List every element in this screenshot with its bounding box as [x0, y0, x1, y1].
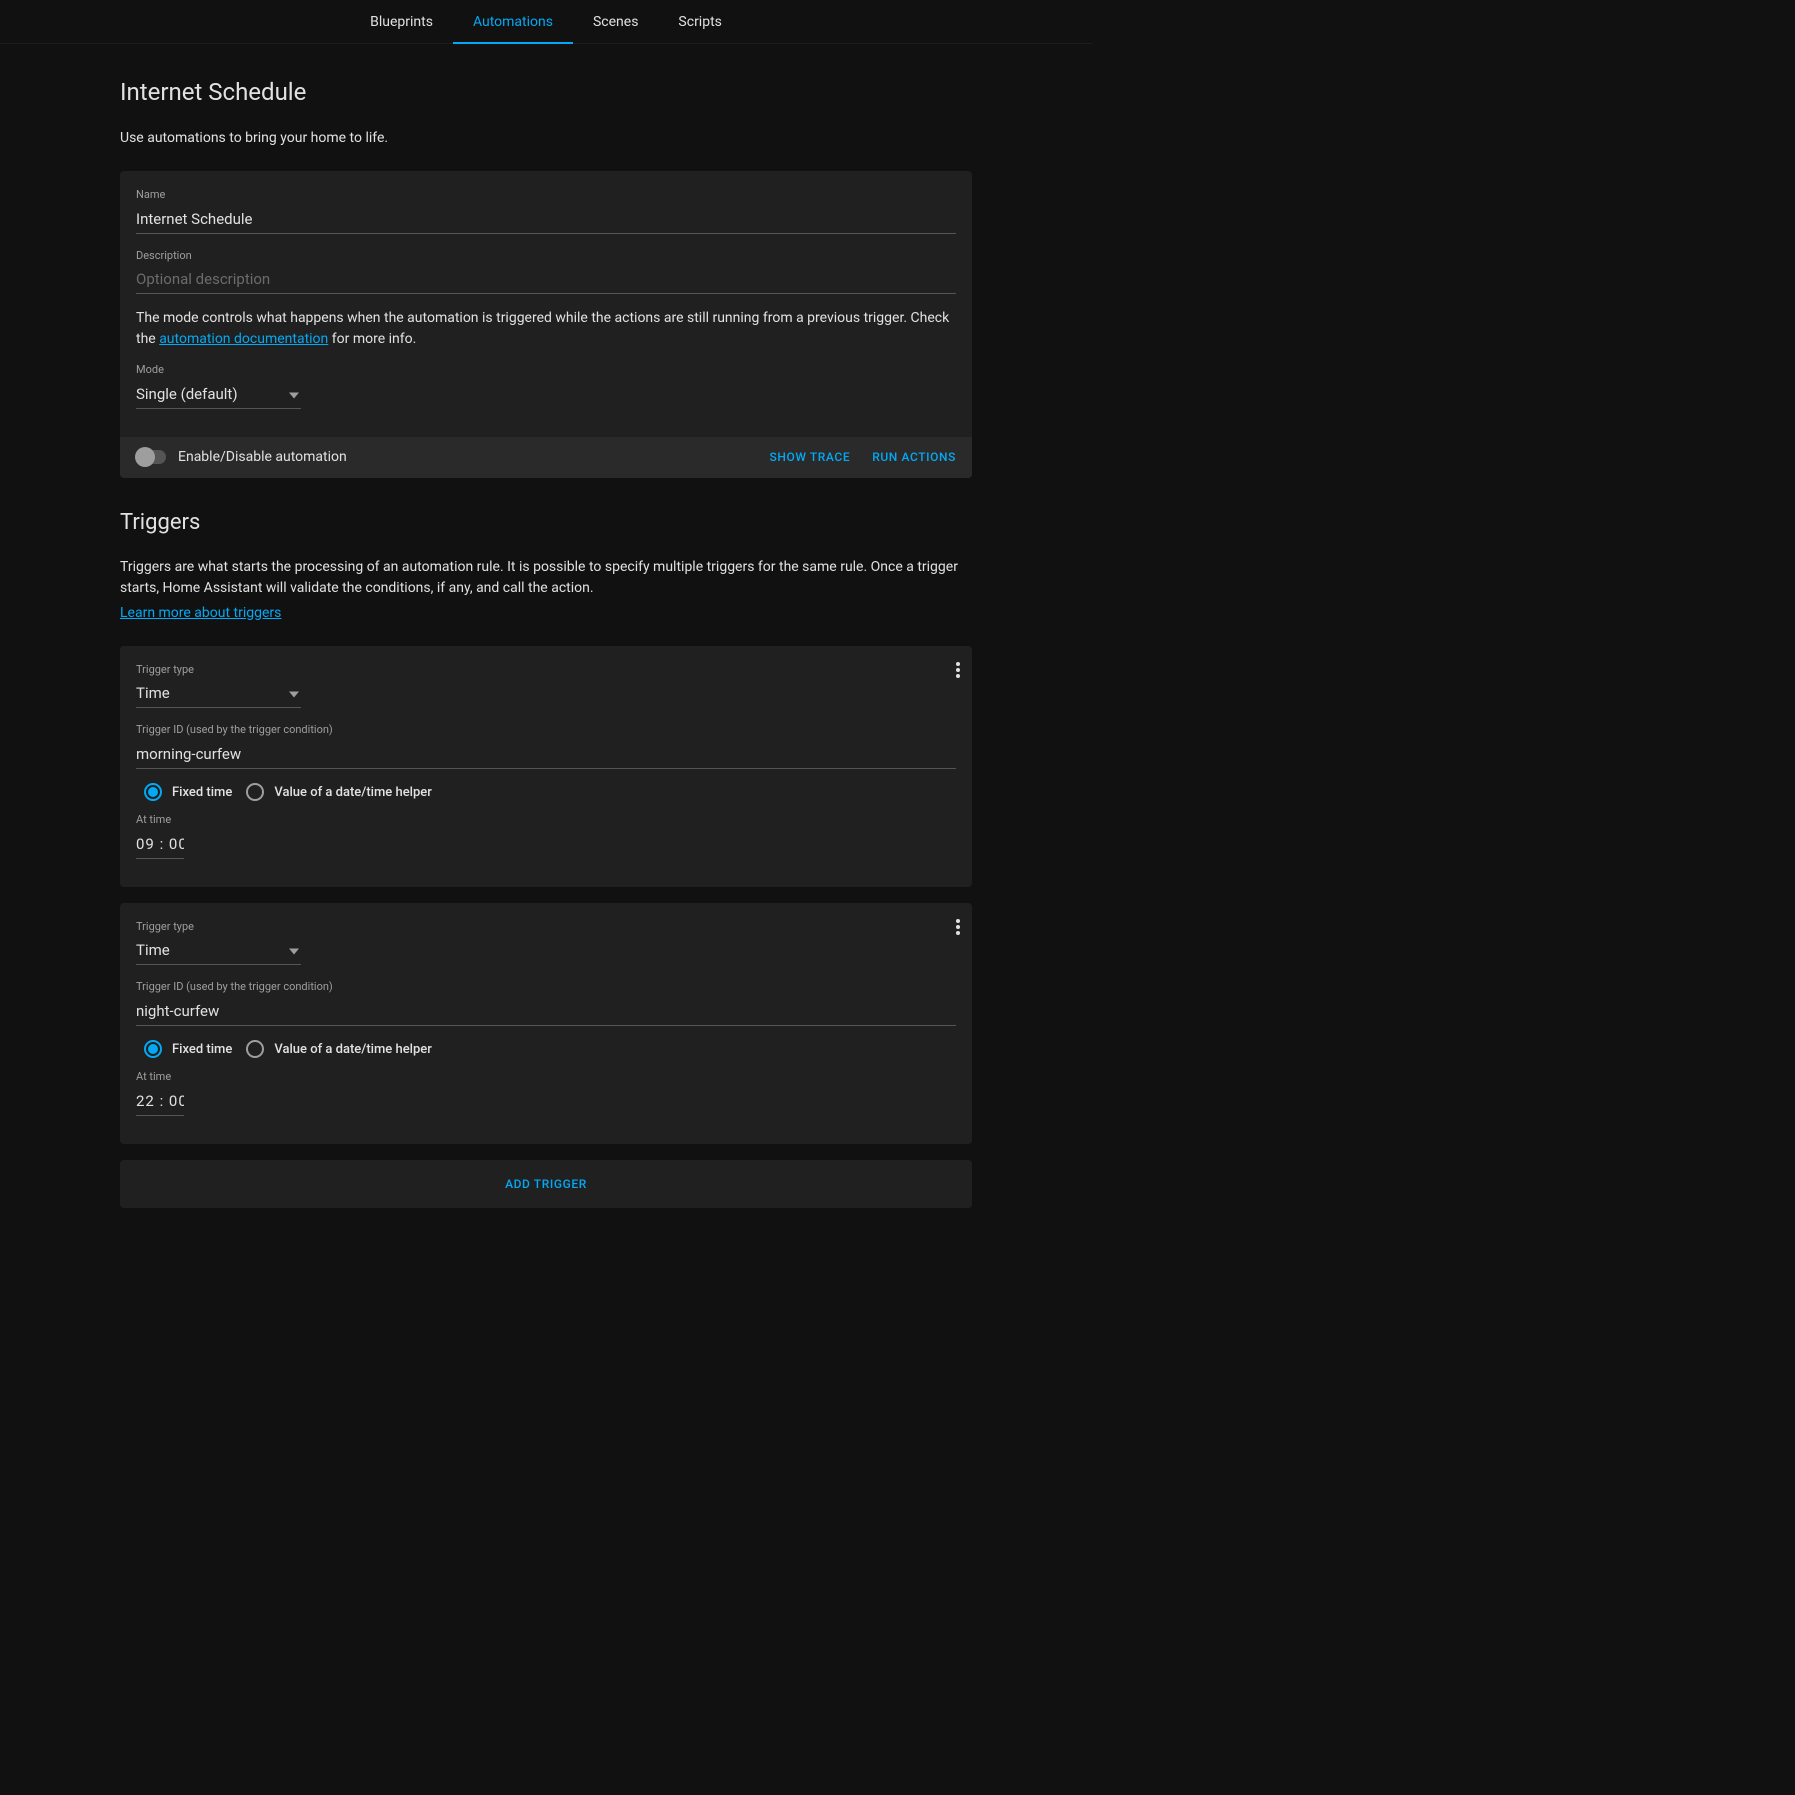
automation-documentation-link[interactable]: automation documentation	[159, 331, 328, 347]
trigger-type-label: Trigger type	[136, 662, 301, 679]
trigger-id-label: Trigger ID (used by the trigger conditio…	[136, 979, 956, 996]
tab-scenes[interactable]: Scenes	[573, 0, 658, 44]
mode-label: Mode	[136, 362, 301, 379]
trigger-card: Trigger type Trigger ID (used by the tri…	[120, 903, 972, 1144]
at-time-label: At time	[136, 812, 196, 829]
enable-automation-label: Enable/Disable automation	[178, 447, 347, 468]
add-trigger-button[interactable]: ADD TRIGGER	[120, 1160, 972, 1208]
enable-automation-toggle[interactable]	[136, 450, 166, 464]
trigger-id-input[interactable]	[136, 998, 956, 1026]
trigger-type-label: Trigger type	[136, 919, 301, 936]
tab-automations[interactable]: Automations	[453, 0, 573, 44]
mode-help-text: The mode controls what happens when the …	[136, 308, 956, 350]
trigger-menu-button[interactable]	[956, 919, 960, 942]
datetime-helper-radio[interactable]: Value of a date/time helper	[246, 783, 432, 803]
triggers-help-text: Triggers are what starts the processing …	[120, 557, 972, 599]
tab-blueprints[interactable]: Blueprints	[350, 0, 453, 44]
learn-triggers-link[interactable]: Learn more about triggers	[120, 605, 281, 621]
name-input[interactable]	[136, 206, 956, 234]
datetime-helper-radio[interactable]: Value of a date/time helper	[246, 1040, 432, 1060]
page-title: Internet Schedule	[120, 74, 972, 110]
at-time-label: At time	[136, 1069, 196, 1086]
trigger-menu-button[interactable]	[956, 662, 960, 685]
description-label: Description	[136, 248, 956, 265]
name-label: Name	[136, 187, 956, 204]
fixed-time-radio[interactable]: Fixed time	[144, 1040, 232, 1060]
run-actions-button[interactable]: RUN ACTIONS	[872, 448, 956, 466]
tabs-nav: Blueprints Automations Scenes Scripts	[0, 0, 1092, 44]
at-time-input[interactable]	[136, 831, 184, 859]
trigger-id-label: Trigger ID (used by the trigger conditio…	[136, 722, 956, 739]
page-subtitle: Use automations to bring your home to li…	[120, 128, 972, 149]
tab-scripts[interactable]: Scripts	[658, 0, 741, 44]
mode-select[interactable]	[136, 381, 301, 409]
trigger-type-select[interactable]	[136, 680, 301, 708]
trigger-type-select[interactable]	[136, 937, 301, 965]
fixed-time-radio[interactable]: Fixed time	[144, 783, 232, 803]
show-trace-button[interactable]: SHOW TRACE	[770, 448, 851, 466]
description-input[interactable]	[136, 266, 956, 294]
at-time-input[interactable]	[136, 1088, 184, 1116]
automation-config-card: Name Description The mode controls what …	[120, 171, 972, 478]
triggers-title: Triggers	[120, 506, 972, 539]
trigger-id-input[interactable]	[136, 741, 956, 769]
trigger-card: Trigger type Trigger ID (used by the tri…	[120, 646, 972, 887]
